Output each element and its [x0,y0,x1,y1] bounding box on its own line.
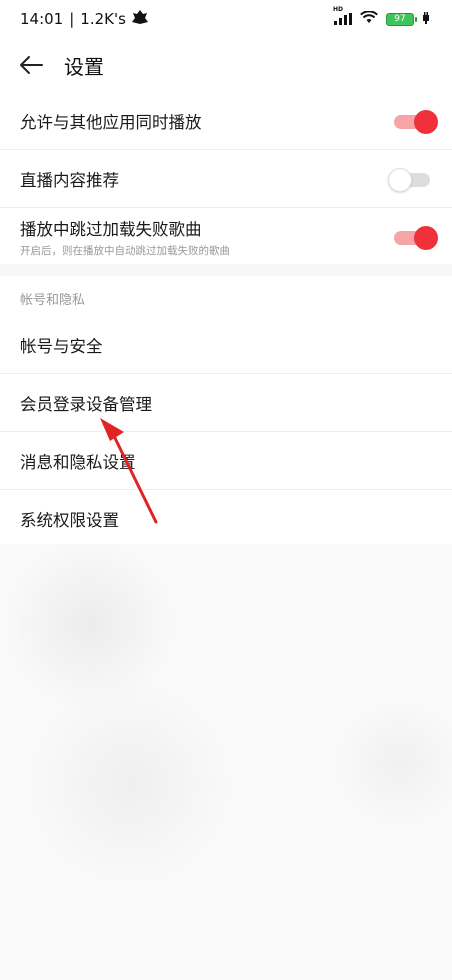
wifi-icon [360,10,378,28]
blurred-content-area [0,544,452,980]
notification-icon [131,10,148,28]
menu-item-account-security[interactable]: 帐号与安全 [0,316,452,374]
menu-item-label: 会员登录设备管理 [20,394,152,414]
menu-item-system-permissions[interactable]: 系统权限设置 [0,490,452,548]
account-privacy-group: 帐号和隐私 帐号与安全 会员登录设备管理 消息和隐私设置 系统权限设置 [0,276,452,544]
status-separator: | [69,10,75,28]
charging-icon [422,10,430,28]
concurrent-playback-toggle[interactable] [394,109,438,134]
app-header: 设置 [0,38,452,92]
setting-description: 开启后，则在播放中自动跳过加载失败的歌曲 [20,245,230,257]
page-title: 设置 [64,54,104,79]
menu-item-device-management[interactable]: 会员登录设备管理 [0,374,452,432]
battery-icon: 97 [386,12,417,26]
setting-label: 直播内容推荐 [20,170,119,190]
menu-item-label: 系统权限设置 [20,511,119,530]
setting-row-concurrent-playback[interactable]: 允许与其他应用同时播放 [0,92,452,150]
status-time: 14:01 [20,10,64,28]
setting-label: 播放中跳过加载失败歌曲 [20,220,202,239]
setting-row-skip-failed[interactable]: 播放中跳过加载失败歌曲 开启后，则在播放中自动跳过加载失败的歌曲 [0,208,452,266]
network-speed: 1.2K's [80,10,126,28]
skip-failed-toggle[interactable] [394,226,438,250]
menu-item-message-privacy[interactable]: 消息和隐私设置 [0,432,452,490]
signal-icon: HD [333,6,352,25]
live-recommend-toggle[interactable] [388,167,432,192]
playback-settings-group: 允许与其他应用同时播放 直播内容推荐 播放中跳过加载失败歌曲 开启后，则在播放中… [0,92,452,264]
menu-item-label: 消息和隐私设置 [20,452,136,472]
section-title: 帐号和隐私 [20,293,86,308]
status-bar: 14:01 | 1.2K's HD 97 [0,0,452,38]
menu-item-label: 帐号与安全 [20,336,103,356]
setting-row-live-recommend[interactable]: 直播内容推荐 [0,150,452,208]
setting-label: 允许与其他应用同时播放 [20,112,202,132]
back-arrow-icon[interactable] [18,50,50,80]
